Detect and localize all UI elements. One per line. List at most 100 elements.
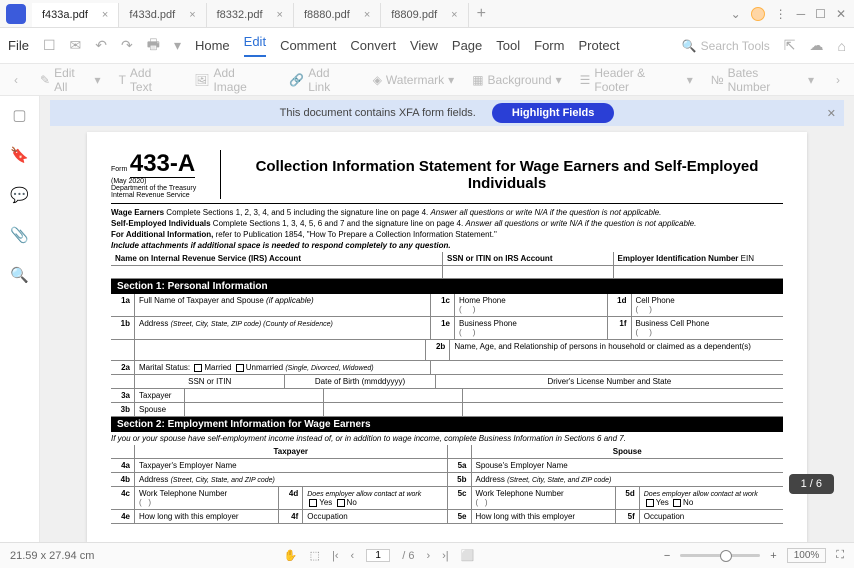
search-tools[interactable]: 🔍 Search Tools	[682, 39, 770, 53]
tab-f8332[interactable]: f8332.pdf ×	[207, 3, 294, 27]
pdf-page: Form 433-A (May 2020) Department of the …	[87, 132, 807, 542]
watermark-button[interactable]: ◈ Watermark ▾	[373, 73, 455, 87]
next-page-icon[interactable]: ›	[426, 550, 430, 562]
last-page-icon[interactable]: ›|	[442, 550, 449, 562]
bates-number-button[interactable]: № Bates Number ▾	[711, 66, 814, 94]
first-page-icon[interactable]: |‹	[332, 550, 339, 562]
page-nav: ✋ ⬚ |‹ ‹ / 6 › ›| ⬜	[284, 549, 474, 562]
banner-close-icon[interactable]: ✕	[827, 107, 836, 120]
share-icon[interactable]: ⇱	[784, 37, 796, 54]
close-window-icon[interactable]: ✕	[836, 7, 846, 21]
menu-view[interactable]: View	[410, 38, 438, 53]
save-icon[interactable]: ☐	[43, 37, 56, 54]
maximize-icon[interactable]: ☐	[815, 7, 826, 21]
redo-icon[interactable]: ↷	[121, 37, 133, 54]
page-number-input[interactable]	[366, 549, 390, 562]
tab-label: f8332.pdf	[217, 9, 263, 21]
wage-label: Wage Earners	[111, 208, 164, 217]
form-prefix: Form	[111, 166, 127, 173]
close-icon[interactable]: ×	[277, 9, 283, 21]
section2-header: Section 2: Employment Information for Wa…	[111, 417, 783, 432]
menu-comment[interactable]: Comment	[280, 38, 336, 53]
cloud-icon[interactable]: ☁	[810, 37, 824, 54]
titlebar: f433a.pdf × f433d.pdf× f8332.pdf × f8880.p…	[0, 0, 854, 28]
add-tab-button[interactable]: +	[469, 1, 494, 27]
prev-page-icon[interactable]: ‹	[351, 550, 355, 562]
mail-icon[interactable]: ✉	[70, 37, 82, 54]
menu-tool[interactable]: Tool	[496, 38, 520, 53]
workarea: ▢ 🔖 💬 📎 🔍 ▶ ◀ This document contains XFA…	[0, 96, 854, 542]
form-department: Department of the Treasury Internal Reve…	[111, 185, 212, 199]
add-text-button[interactable]: T Add Text	[119, 66, 177, 94]
xfa-banner: This document contains XFA form fields. …	[50, 100, 844, 126]
zoom-out-icon[interactable]: −	[664, 550, 670, 562]
undo-icon[interactable]: ↶	[95, 37, 107, 54]
app-icon	[6, 4, 26, 24]
tab-strip: f433a.pdf × f433d.pdf× f8332.pdf × f8880.p…	[32, 0, 723, 27]
menu-edit[interactable]: Edit	[244, 34, 266, 57]
close-icon[interactable]: ×	[451, 9, 457, 21]
scroll-right-icon[interactable]: ›	[832, 73, 844, 87]
hdr-ein: Employer Identification Number	[618, 254, 739, 263]
sec2-sub: If you or your spouse have self-employme…	[111, 434, 626, 443]
page-dimensions: 21.59 x 27.94 cm	[10, 550, 94, 562]
profile-icon[interactable]	[751, 7, 765, 21]
tab-f8880[interactable]: f8880.pdf ×	[294, 3, 381, 27]
thumbnails-icon[interactable]: ▢	[12, 106, 26, 124]
search-icon: 🔍	[682, 39, 697, 53]
edit-toolbar: ‹ ✎ Edit All ▾ T Add Text 🖼 Add Image 🔗 …	[0, 64, 854, 96]
menu-home[interactable]: Home	[195, 38, 230, 53]
menu-protect[interactable]: Protect	[578, 38, 619, 53]
hand-tool-icon[interactable]: ✋	[284, 549, 298, 562]
kebab-icon[interactable]: ⋮	[775, 7, 787, 21]
menu-form[interactable]: Form	[534, 38, 564, 53]
tab-f8809[interactable]: f8809.pdf ×	[381, 3, 468, 27]
attachment-icon[interactable]: 📎	[10, 226, 29, 244]
fullscreen-icon[interactable]: ⛶	[836, 549, 844, 562]
form-title: Collection Information Statement for Wag…	[231, 150, 783, 199]
dropdown-icon[interactable]: ▾	[174, 37, 181, 54]
tab-label: f433a.pdf	[42, 9, 88, 21]
tab-label: f8880.pdf	[304, 9, 350, 21]
statusbar: 21.59 x 27.94 cm ✋ ⬚ |‹ ‹ / 6 › ›| ⬜ − +…	[0, 542, 854, 568]
select-tool-icon[interactable]: ⬚	[310, 549, 320, 562]
search-panel-icon[interactable]: 🔍	[10, 266, 29, 284]
page-indicator-badge: 1 / 6	[789, 474, 834, 494]
chevron-down-icon[interactable]: ⌄	[731, 7, 741, 21]
comment-icon[interactable]: 💬	[10, 186, 29, 204]
print-icon[interactable]: 🖶	[147, 34, 160, 58]
tab-label: f8809.pdf	[391, 9, 437, 21]
scroll-left-icon[interactable]: ‹	[10, 73, 22, 87]
r2b: Name, Age, and Relationship of persons i…	[450, 340, 783, 360]
section1-header: Section 1: Personal Information	[111, 279, 783, 294]
tab-f433a[interactable]: f433a.pdf ×	[32, 3, 119, 27]
fit-page-icon[interactable]: ⬜	[461, 549, 475, 562]
home-icon[interactable]: ⌂	[838, 38, 846, 54]
minimize-icon[interactable]: ─	[797, 7, 806, 21]
close-icon[interactable]: ×	[364, 9, 370, 21]
add-image-button[interactable]: 🖼 Add Image	[194, 66, 271, 94]
add-link-button[interactable]: 🔗 Add Link	[289, 66, 354, 94]
zoom-slider[interactable]	[680, 554, 760, 557]
document-canvas[interactable]: This document contains XFA form fields. …	[40, 96, 854, 542]
left-sidebar: ▢ 🔖 💬 📎 🔍	[0, 96, 40, 542]
search-placeholder: Search Tools	[701, 39, 770, 53]
self-label: Self-Employed Individuals	[111, 219, 211, 228]
page-total: / 6	[402, 550, 414, 562]
close-icon[interactable]: ×	[189, 9, 195, 21]
edit-all-button[interactable]: ✎ Edit All ▾	[40, 66, 101, 94]
zoom-in-icon[interactable]: +	[770, 550, 776, 562]
highlight-fields-button[interactable]: Highlight Fields	[492, 103, 615, 123]
menu-convert[interactable]: Convert	[350, 38, 396, 53]
file-menu[interactable]: File	[8, 38, 29, 53]
close-icon[interactable]: ×	[102, 9, 108, 21]
background-button[interactable]: ▦ Background ▾	[472, 73, 561, 87]
window-controls: ⌄ ⋮ ─ ☐ ✕	[723, 7, 854, 21]
attach-note: Include attachments if additional space …	[111, 241, 451, 250]
menu-page[interactable]: Page	[452, 38, 482, 53]
tab-f433d[interactable]: f433d.pdf×	[119, 3, 206, 27]
bookmark-icon[interactable]: 🔖	[10, 146, 29, 164]
menubar: File ☐ ✉ ↶ ↷ 🖶 ▾ Home Edit Comment Conve…	[0, 28, 854, 64]
header-footer-button[interactable]: ☰ Header & Footer ▾	[580, 66, 693, 94]
zoom-level[interactable]: 100%	[787, 548, 827, 563]
